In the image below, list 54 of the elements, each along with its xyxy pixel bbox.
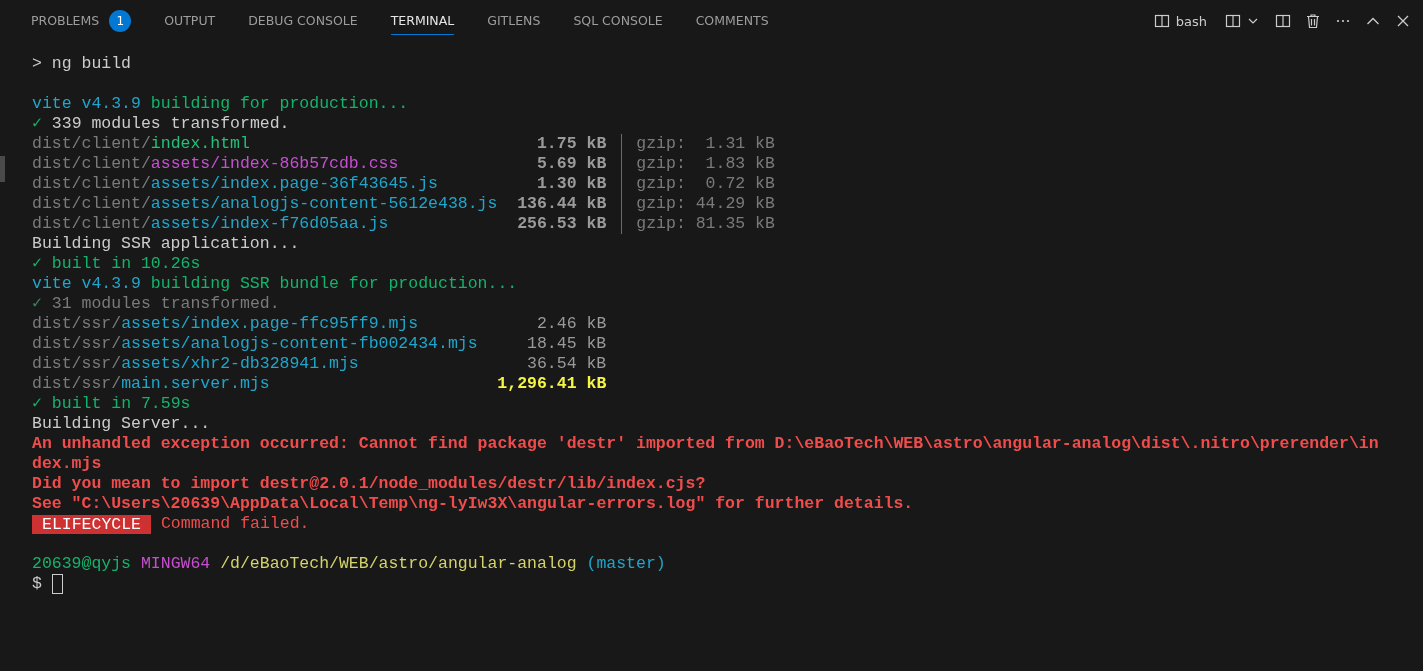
file-path: dist/ssr/assets/index.page-ffc95ff9.mjs [32, 314, 420, 334]
file-size: 18.45 kB [526, 334, 607, 354]
file-path: dist/client/assets/index-86b57cdb.css [32, 154, 400, 174]
gzip-size: gzip: 1.83 kB [636, 154, 775, 174]
close-icon[interactable] [1395, 13, 1411, 29]
terminal-line: See "C:\Users\20639\AppData\Local\Temp\ng-lyIw3X\angular-errors.log" for further details. [32, 494, 915, 514]
file-size: 1,296.41 kB [496, 374, 607, 394]
gzip-size: gzip: 81.35 kB [636, 214, 775, 234]
scrollbar-thumb[interactable] [0, 156, 5, 182]
panel-tab[interactable]: COMMENTS [695, 7, 769, 35]
trash-icon[interactable] [1305, 13, 1321, 29]
status-badge: ELIFECYCLE [32, 514, 152, 534]
file-size: 5.69 kB [535, 154, 607, 174]
panel-tab[interactable]: OUTPUT [164, 7, 216, 35]
panel-tab[interactable]: DEBUG CONSOLE [248, 7, 358, 35]
count-badge: 1 [109, 10, 132, 32]
terminal-line: vite v4.3.9 building SSR bundle for production... [32, 274, 519, 294]
panel-tab[interactable]: GITLENS [487, 7, 541, 35]
file-size: 36.54 kB [526, 354, 607, 374]
file-size: 1.30 kB [535, 174, 607, 194]
file-path: dist/client/assets/index.page-36f43645.js [32, 174, 439, 194]
gzip-size: gzip: 44.29 kB [636, 194, 775, 214]
file-path: dist/ssr/assets/xhr2-db328941.mjs [32, 354, 360, 374]
file-size: 256.53 kB [517, 214, 607, 234]
terminal-line: ✓ 31 modules transformed. [32, 294, 281, 314]
file-size: 1.75 kB [535, 134, 607, 154]
text-cursor [51, 574, 63, 594]
terminal-line: 20639@qyjs MINGW64 /d/eBaoTech/WEB/astro/angular-analog (master) [32, 554, 667, 574]
split-pane-icon [1225, 13, 1241, 29]
file-path: dist/ssr/assets/analogjs-content-fb002434.mjs [32, 334, 479, 354]
terminal-line: > ng build [32, 54, 133, 74]
terminal-line: ✓ 339 modules transformed. [32, 114, 291, 134]
split-terminal-icon[interactable] [1275, 13, 1291, 29]
file-size: 2.46 kB [535, 314, 607, 334]
terminal-profile-button[interactable]: bash [1151, 11, 1209, 31]
terminal-line: ✓ built in 10.26s [32, 254, 202, 274]
terminal-line: Did you mean to import destr@2.0.1/node_modules/destr/lib/index.cjs? [32, 474, 707, 494]
terminal-line: Building SSR application... [32, 234, 301, 254]
split-pane-icon [1153, 13, 1170, 29]
panel-tab[interactable]: TERMINAL [390, 7, 455, 35]
command-prompt: $ [32, 574, 43, 594]
file-path: dist/client/assets/analogjs-content-5612e438.js [32, 194, 499, 214]
terminal-line: ✓ built in 7.59s [32, 394, 192, 414]
terminal-line: An unhandled exception occurred: Cannot find package 'destr' imported from D:\eBaoTech\WEB\astro\angular-analog\dist\.nitro\prerender\index.mjs [32, 434, 1379, 474]
file-path: dist/client/index.html [32, 134, 251, 154]
error-message: Command failed. [159, 514, 310, 534]
gzip-size: gzip: 0.72 kB [636, 174, 775, 194]
terminal-line: Building Server... [32, 414, 212, 434]
panel-tab[interactable]: PROBLEMS [31, 7, 100, 35]
file-path: dist/client/assets/index-f76d05aa.js [32, 214, 390, 234]
gzip-size: gzip: 1.31 kB [636, 134, 775, 154]
panel-tab[interactable]: SQL CONSOLE [573, 7, 663, 35]
terminal-line: vite v4.3.9 building for production... [32, 94, 410, 114]
file-size: 136.44 kB [517, 194, 607, 214]
